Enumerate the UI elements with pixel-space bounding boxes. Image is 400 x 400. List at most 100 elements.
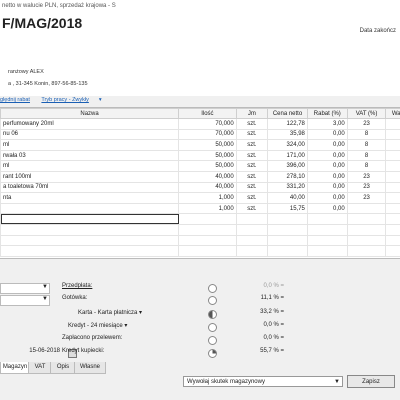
cell-price[interactable]: 396,00 bbox=[267, 160, 308, 172]
cell-unit[interactable]: szt. bbox=[235, 160, 269, 172]
cell-qty[interactable]: 40,000 bbox=[178, 170, 237, 183]
cell-empty[interactable] bbox=[178, 213, 237, 225]
tab-wlasne[interactable]: Własne bbox=[74, 362, 106, 374]
table-row-empty[interactable] bbox=[0, 223, 400, 236]
cell-vat[interactable]: 23 bbox=[346, 118, 387, 130]
cell-empty[interactable] bbox=[0, 213, 180, 225]
cell-price[interactable]: 122,78 bbox=[267, 118, 308, 130]
cell-value[interactable]: 8 bbox=[385, 118, 400, 130]
cell-empty[interactable] bbox=[235, 234, 269, 247]
cell-value[interactable]: 8 bbox=[385, 149, 400, 162]
cell-vat[interactable] bbox=[346, 202, 387, 215]
cell-empty[interactable] bbox=[235, 245, 269, 257]
cell-value[interactable]: 2 bbox=[385, 128, 400, 141]
cell-empty[interactable] bbox=[306, 234, 348, 247]
cell-qty[interactable]: 50,000 bbox=[178, 149, 237, 162]
cell-unit[interactable]: szt. bbox=[235, 192, 269, 204]
cell-empty[interactable] bbox=[346, 223, 387, 236]
cell-empty[interactable] bbox=[0, 223, 180, 236]
col-value[interactable]: Wartość bbox=[385, 108, 400, 119]
cell-qty[interactable]: 50,000 bbox=[178, 139, 237, 151]
cell-price[interactable]: 35,98 bbox=[267, 128, 308, 141]
cell-price[interactable]: 324,00 bbox=[267, 139, 308, 151]
cell-unit[interactable]: szt. bbox=[235, 149, 269, 162]
tab-vat[interactable]: VAT bbox=[28, 362, 52, 374]
table-row-empty[interactable] bbox=[0, 213, 400, 225]
cell-discount[interactable]: 3,00 bbox=[306, 118, 348, 130]
cell-unit[interactable]: szt. bbox=[235, 170, 269, 183]
prepaid-radio[interactable] bbox=[208, 284, 217, 293]
cell-empty[interactable] bbox=[0, 245, 180, 257]
cell-empty[interactable] bbox=[346, 213, 387, 225]
payment-combo-2[interactable]: ▼ bbox=[0, 295, 50, 306]
cell-price[interactable]: 278,10 bbox=[267, 170, 308, 183]
discount-link[interactable]: ględnij rabat bbox=[0, 97, 30, 103]
cell-vat[interactable]: 8 bbox=[346, 160, 387, 172]
table-row[interactable]: ml50,000szt.324,000,00816 bbox=[0, 139, 400, 151]
cell-name[interactable]: nta bbox=[0, 192, 180, 204]
cell-name[interactable]: ml bbox=[0, 160, 180, 172]
table-row[interactable]: a toaletowa 70ml40,000szt.331,200,002313 bbox=[0, 181, 400, 194]
col-vat[interactable]: VAT (%) bbox=[346, 108, 387, 119]
cell-empty[interactable] bbox=[385, 234, 400, 247]
cell-name[interactable]: a toaletowa 70ml bbox=[0, 181, 180, 194]
cell-empty[interactable] bbox=[346, 245, 387, 257]
table-row[interactable]: nta 1,000 szt. 40,00 0,00 23 bbox=[0, 192, 400, 204]
cell-name[interactable]: nu 06 bbox=[0, 128, 180, 141]
cell-empty[interactable] bbox=[385, 213, 400, 225]
card-radio[interactable] bbox=[208, 310, 217, 319]
col-unit[interactable]: Jm bbox=[235, 108, 269, 119]
cell-vat[interactable]: 8 bbox=[346, 139, 387, 151]
cell-value[interactable] bbox=[385, 192, 400, 204]
cell-price[interactable]: 171,00 bbox=[267, 149, 308, 162]
cell-empty[interactable] bbox=[178, 245, 237, 257]
prepaid-label[interactable]: Przedpłata: bbox=[62, 283, 92, 289]
cell-unit[interactable]: szt. bbox=[235, 118, 269, 130]
card-dropdown[interactable]: Karta - Karta płatnicza ▾ bbox=[78, 309, 142, 316]
cell-vat[interactable]: 8 bbox=[346, 128, 387, 141]
cell-discount[interactable]: 0,00 bbox=[306, 181, 348, 194]
cell-unit[interactable]: szt. bbox=[235, 181, 269, 194]
col-name[interactable]: Nazwa bbox=[0, 108, 180, 119]
cell-empty[interactable] bbox=[235, 213, 269, 225]
transfer-radio[interactable] bbox=[208, 336, 217, 345]
col-qty[interactable]: Ilość bbox=[178, 108, 237, 119]
cell-discount[interactable]: 0,00 bbox=[306, 149, 348, 162]
warehouse-effect-select[interactable]: Wywołaj skutek magazynowy ▼ bbox=[183, 376, 343, 387]
cell-name[interactable]: rwała 03 bbox=[0, 149, 180, 162]
cell-unit[interactable]: szt. bbox=[235, 128, 269, 141]
cell-vat[interactable]: 23 bbox=[346, 181, 387, 194]
table-row[interactable]: rant 100ml40,000szt.278,100,002311 bbox=[0, 170, 400, 183]
cell-value[interactable]: 13 bbox=[385, 181, 400, 194]
cell-qty[interactable]: 40,000 bbox=[178, 181, 237, 194]
cell-name[interactable]: perfumowany 20ml bbox=[0, 118, 180, 130]
cell-unit[interactable]: szt. bbox=[235, 202, 269, 215]
cell-empty[interactable] bbox=[306, 213, 348, 225]
payment-combo-1[interactable]: ▼ bbox=[0, 283, 50, 294]
cell-price[interactable]: 15,75 bbox=[267, 202, 308, 215]
cell-discount[interactable]: 0,00 bbox=[306, 192, 348, 204]
merchant-credit-radio[interactable] bbox=[208, 349, 217, 358]
credit-dropdown[interactable]: Kredyt - 24 miesiące ▾ bbox=[68, 322, 127, 329]
cell-qty[interactable]: 70,000 bbox=[178, 128, 237, 141]
cell-discount[interactable]: 0,00 bbox=[306, 170, 348, 183]
cell-value[interactable]: 11 bbox=[385, 170, 400, 183]
cell-qty[interactable]: 1,000 bbox=[178, 192, 237, 204]
cash-radio[interactable] bbox=[208, 296, 217, 305]
cell-vat[interactable]: 8 bbox=[346, 149, 387, 162]
table-row[interactable]: ml50,000szt.396,000,00819 bbox=[0, 160, 400, 172]
cell-empty[interactable] bbox=[235, 223, 269, 236]
tab-magazyn[interactable]: Magazyn bbox=[0, 362, 30, 374]
credit-radio[interactable] bbox=[208, 323, 217, 332]
items-grid[interactable]: Nazwa Ilość Jm Cena netto Rabat (%) VAT … bbox=[0, 107, 400, 259]
cell-empty[interactable] bbox=[385, 245, 400, 257]
cell-value[interactable] bbox=[385, 202, 400, 215]
cell-discount[interactable]: 0,00 bbox=[306, 128, 348, 141]
cell-empty[interactable] bbox=[267, 234, 308, 247]
cell-empty[interactable] bbox=[267, 223, 308, 236]
cell-empty[interactable] bbox=[0, 234, 180, 247]
cell-name[interactable] bbox=[0, 202, 180, 215]
cell-price[interactable]: 40,00 bbox=[267, 192, 308, 204]
col-price[interactable]: Cena netto bbox=[267, 108, 308, 119]
cell-name[interactable]: ml bbox=[0, 139, 180, 151]
